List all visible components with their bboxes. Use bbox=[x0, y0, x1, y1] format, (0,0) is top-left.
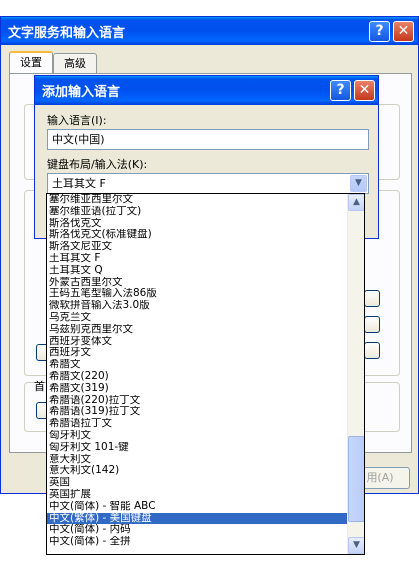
input-language-select[interactable]: 中文(中国) bbox=[47, 129, 369, 150]
outer-help-button[interactable]: ? bbox=[369, 21, 390, 42]
list-item[interactable]: 外蒙古西里尔文 bbox=[47, 277, 348, 289]
keyboard-layout-value: 土耳其文 F bbox=[52, 177, 106, 190]
keyboard-layout-select[interactable]: 土耳其文 F ▼ bbox=[47, 173, 369, 194]
input-language-value: 中文(中国) bbox=[52, 133, 105, 146]
list-item[interactable]: 中文(简体) - 智能 ABC bbox=[47, 501, 348, 513]
list-item[interactable]: 希腊文(220) bbox=[47, 371, 348, 383]
remove-button[interactable] bbox=[364, 316, 380, 333]
list-item[interactable]: 英国扩展 bbox=[47, 489, 348, 501]
list-item[interactable]: 希腊语(319)拉丁文 bbox=[47, 406, 348, 418]
list-item[interactable]: 中文(简体) - 内码 bbox=[47, 524, 348, 536]
list-item[interactable]: 希腊文(319) bbox=[47, 383, 348, 395]
list-item[interactable]: 西班牙变体文 bbox=[47, 336, 348, 348]
list-item[interactable]: 中文(繁体) - 美国键盘 bbox=[47, 512, 348, 525]
list-item[interactable]: 乌兹别克西里尔文 bbox=[47, 324, 348, 336]
preferences-label: 首 bbox=[34, 380, 45, 393]
outer-close-button[interactable]: ✕ bbox=[393, 21, 414, 42]
list-item[interactable]: 斯洛伐克文(标准键盘) bbox=[47, 229, 348, 241]
list-item[interactable]: 中文(简体) - 全拼 bbox=[47, 536, 348, 548]
properties-button[interactable] bbox=[364, 342, 380, 359]
chevron-down-icon[interactable]: ▼ bbox=[350, 175, 367, 192]
outer-title: 文字服务和输入语言 bbox=[8, 25, 126, 41]
list-item[interactable]: 英国 bbox=[47, 477, 348, 489]
dropdown-items: 塞尔维亚西里尔文 塞尔维亚语(拉丁文) 斯洛伐克文 斯洛伐克文(标准键盘) 斯洛文尼亚文… bbox=[47, 194, 348, 548]
list-item[interactable]: 塞尔维亚西里尔文 bbox=[47, 194, 348, 206]
list-item[interactable]: 希腊文 bbox=[47, 359, 348, 371]
list-item[interactable]: 匈牙利文 bbox=[47, 430, 348, 442]
list-item[interactable]: 斯洛文尼亚文 bbox=[47, 241, 348, 253]
dialog-close-button[interactable]: ✕ bbox=[354, 80, 375, 101]
tab-advanced[interactable]: 高级 bbox=[53, 53, 97, 73]
list-item[interactable]: 塞尔维亚语(拉丁文) bbox=[47, 206, 348, 218]
list-item[interactable]: 微软拼音输入法3.0版 bbox=[47, 300, 348, 312]
input-language-label: 输入语言(I): bbox=[47, 114, 107, 127]
dialog-titlebar: 添加输入语言 bbox=[35, 76, 378, 105]
list-item[interactable]: 意大利文 bbox=[47, 454, 348, 466]
list-item[interactable]: 希腊语拉丁文 bbox=[47, 418, 348, 430]
keyboard-layout-dropdown-list[interactable]: 塞尔维亚西里尔文 塞尔维亚语(拉丁文) 斯洛伐克文 斯洛伐克文(标准键盘) 斯洛文尼亚文… bbox=[46, 193, 365, 555]
keyboard-layout-label: 键盘布局/输入法(K): bbox=[47, 158, 148, 171]
list-item[interactable]: 希腊语(220)拉丁文 bbox=[47, 395, 348, 407]
add-button[interactable] bbox=[364, 290, 380, 307]
list-item[interactable]: 王码五笔型输入法86版 bbox=[47, 288, 348, 300]
list-item[interactable]: 斯洛伐克文 bbox=[47, 218, 348, 230]
list-item[interactable]: 意大利文(142) bbox=[47, 465, 348, 477]
list-item[interactable]: 土耳其文 F bbox=[47, 253, 348, 265]
scroll-down-arrow-icon[interactable]: ▼ bbox=[348, 537, 364, 554]
scroll-up-arrow-icon[interactable]: ▲ bbox=[348, 194, 364, 211]
list-item[interactable]: 匈牙利文 101-键 bbox=[47, 442, 348, 454]
dialog-help-button[interactable]: ? bbox=[330, 80, 351, 101]
tab-settings[interactable]: 设置 bbox=[9, 51, 53, 73]
tab-strip: 设置 高级 bbox=[9, 51, 97, 73]
list-item[interactable]: 土耳其文 Q bbox=[47, 265, 348, 277]
list-item[interactable]: 西班牙文 bbox=[47, 347, 348, 359]
outer-titlebar: 文字服务和输入语言 bbox=[1, 17, 418, 45]
list-item[interactable]: 乌克兰文 bbox=[47, 312, 348, 324]
scroll-thumb[interactable] bbox=[348, 436, 364, 522]
dialog-title: 添加输入语言 bbox=[42, 85, 121, 100]
dropdown-scrollbar[interactable]: ▲ ▼ bbox=[347, 194, 364, 554]
